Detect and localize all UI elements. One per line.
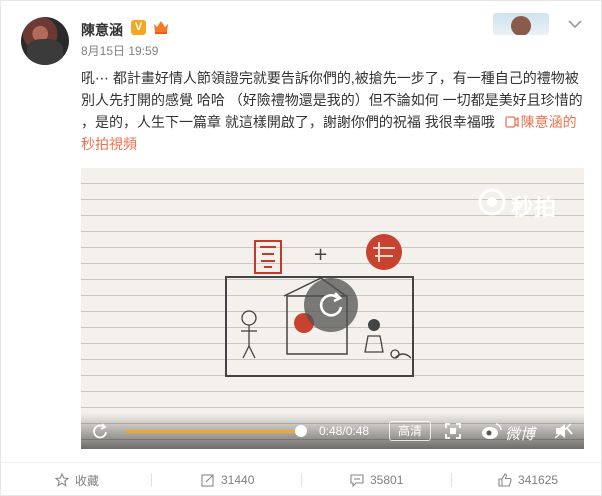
repost-button[interactable]: 31440: [201, 463, 254, 496]
divider: [451, 473, 452, 487]
mute-icon[interactable]: [553, 421, 573, 441]
comment-button[interactable]: 35801: [350, 463, 403, 496]
replay-control-icon[interactable]: [91, 422, 109, 440]
weibo-brand: 微博: [481, 420, 541, 443]
video-player[interactable]: + 秒拍 0:48/0:48 高清 微博: [81, 168, 584, 449]
favorite-button[interactable]: 收藏: [55, 463, 99, 496]
replay-overlay-button[interactable]: [304, 278, 358, 332]
author-avatar[interactable]: [21, 17, 69, 65]
comment-icon: [350, 474, 364, 487]
repost-icon: [201, 474, 214, 487]
like-count: 341625: [518, 473, 559, 487]
video-time: 0:48/0:48: [319, 424, 370, 438]
divider: [151, 473, 152, 487]
star-icon: [55, 473, 69, 487]
miaopai-logo-icon: [478, 188, 506, 216]
verified-badge: V: [131, 20, 146, 35]
video-controls: 0:48/0:48 高清 微博: [81, 413, 584, 449]
post-text: 吼⋯ 都計畫好情人節領證完就要告訴你們的,被搶先一步了，有一種自己的禮物被別人先…: [81, 67, 585, 155]
fullscreen-icon[interactable]: [445, 423, 461, 439]
thumbs-up-icon: [498, 473, 512, 487]
vip-crown-icon: [154, 21, 168, 34]
comment-count: 35801: [370, 473, 404, 487]
like-button[interactable]: 341625: [498, 463, 558, 496]
repost-count: 31440: [221, 473, 255, 487]
post-timestamp[interactable]: 8月15日 19:59: [81, 42, 158, 59]
chevron-down-icon[interactable]: [567, 18, 583, 30]
favorite-label: 收藏: [75, 473, 100, 488]
author-name[interactable]: 陳意涵: [81, 20, 123, 40]
video-link-icon: [505, 116, 519, 128]
progress-knob[interactable]: [295, 425, 307, 437]
replay-icon: [319, 292, 343, 317]
weibo-post-card: 陳意涵 V 8月15日 19:59 吼⋯ 都計畫好情人節領證完就要告訴你們的,被…: [0, 0, 602, 496]
progress-bar[interactable]: [125, 430, 301, 433]
svg-text:+: +: [313, 244, 328, 265]
weibo-brand-label: 微博: [505, 426, 536, 443]
weibo-icon: [482, 423, 502, 439]
quality-button[interactable]: 高清: [389, 421, 431, 441]
post-actions: 收藏 31440 35801 341625: [1, 462, 601, 496]
follower-avatar[interactable]: [493, 13, 549, 35]
divider: [301, 473, 302, 487]
video-watermark: 秒拍: [511, 195, 558, 220]
